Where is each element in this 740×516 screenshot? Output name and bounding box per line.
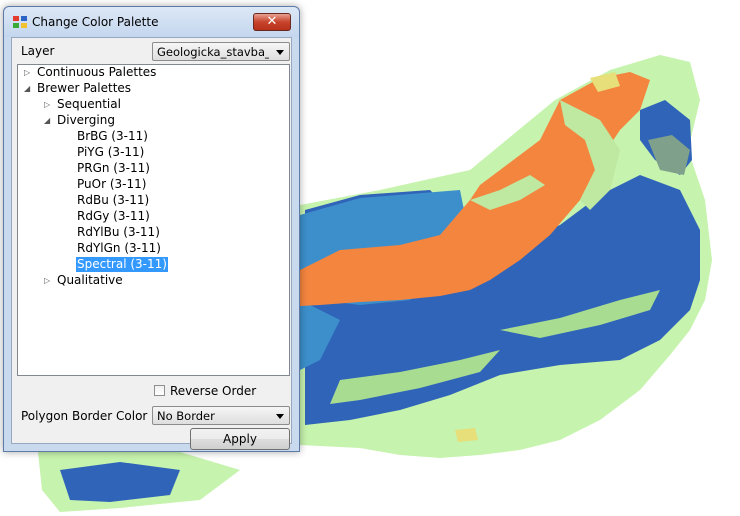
palette-app-icon xyxy=(13,16,27,28)
reverse-order-checkbox[interactable] xyxy=(154,385,165,396)
polygon-border-color-label: Polygon Border Color xyxy=(21,409,148,423)
collapse-arrow-icon[interactable]: ◢ xyxy=(24,81,34,96)
expand-arrow-icon[interactable]: ▷ xyxy=(24,65,34,80)
title-bar[interactable]: Change Color Palette ✕ xyxy=(4,7,299,37)
expand-arrow-icon[interactable]: ▷ xyxy=(44,273,54,288)
collapse-arrow-icon[interactable]: ◢ xyxy=(44,113,54,128)
border-dropdown-value: No Border xyxy=(157,409,215,423)
layer-label: Layer xyxy=(21,44,55,58)
layer-dropdown[interactable]: Geologicka_stavba_W( xyxy=(152,42,290,61)
polygon-border-color-dropdown[interactable]: No Border xyxy=(152,406,290,425)
apply-button[interactable]: Apply xyxy=(190,428,290,450)
palette-tree[interactable]: ▷ Continuous Palettes ◢ Brewer Palettes … xyxy=(17,64,290,376)
layer-dropdown-value: Geologicka_stavba_W( xyxy=(157,45,269,59)
chevron-down-icon xyxy=(276,414,284,419)
close-icon: ✕ xyxy=(266,14,278,29)
chevron-down-icon xyxy=(276,50,284,55)
map-polygon-yellow-2 xyxy=(455,428,478,442)
change-color-palette-dialog: Change Color Palette ✕ Layer Geologicka_… xyxy=(3,6,300,452)
close-button[interactable]: ✕ xyxy=(253,13,291,31)
reverse-order-label[interactable]: Reverse Order xyxy=(170,384,256,398)
dialog-client-area: Layer Geologicka_stavba_W( ▷ Continuous … xyxy=(11,37,292,450)
expand-arrow-icon[interactable]: ▷ xyxy=(44,97,54,112)
window-title: Change Color Palette xyxy=(32,15,159,29)
